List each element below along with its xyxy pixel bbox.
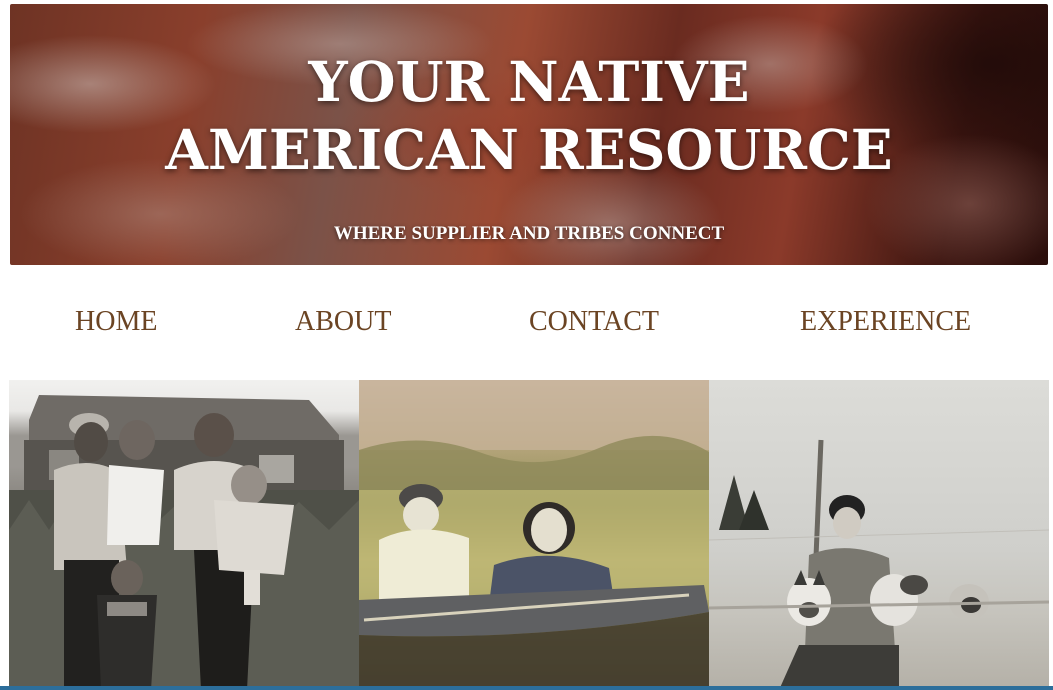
site-title-text: YOUR NATIVE AMERICAN RESOURCE (165, 49, 893, 182)
page: YOUR NATIVE AMERICAN RESOURCE WHERE SUPP… (0, 0, 1053, 690)
main-nav: HOME ABOUT CONTACT EXPERIENCE (0, 300, 1053, 348)
canoe-photo (359, 380, 709, 690)
sled-dogs-photo-art (709, 439, 1049, 690)
nav-experience-link[interactable]: EXPERIENCE (800, 300, 971, 344)
canoe-photo-art (359, 380, 709, 690)
sled-dogs-photo (709, 380, 1049, 690)
nav-contact-link[interactable]: CONTACT (529, 300, 659, 344)
nav-home-link[interactable]: HOME (75, 300, 157, 344)
browser-status-bar (0, 686, 1053, 690)
family-photo (9, 380, 359, 690)
site-title: YOUR NATIVE AMERICAN RESOURCE (10, 48, 1048, 184)
family-photo-art (9, 395, 359, 690)
hero-banner: YOUR NATIVE AMERICAN RESOURCE WHERE SUPP… (10, 4, 1048, 265)
site-tagline: WHERE SUPPLIER AND TRIBES CONNECT (333, 223, 725, 244)
nav-about-link[interactable]: ABOUT (295, 300, 391, 344)
